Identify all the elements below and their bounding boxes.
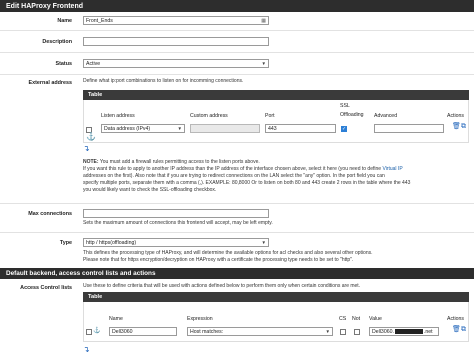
name-label: Name <box>57 18 72 24</box>
redacted-block <box>394 329 423 334</box>
status-value: Active <box>86 60 101 67</box>
col-advanced: Advanced <box>374 113 398 119</box>
port-field[interactable]: 443 <box>265 124 336 133</box>
max-connections-help: Sets the maximum amount of connections t… <box>83 220 273 226</box>
name-field-icon: ▦ <box>261 18 266 24</box>
name-value: Front_Ends <box>86 18 113 24</box>
listen-address-select[interactable]: Data address (IPv4) ▼ <box>101 124 185 133</box>
acl-expression-value: Host matches: <box>190 328 224 335</box>
table-title: Table <box>88 294 103 300</box>
panel-header: Edit HAProxy Frontend <box>0 0 474 12</box>
type-help-line: Please note that for https encryption/de… <box>83 257 354 263</box>
max-connections-label: Max connections <box>28 211 72 217</box>
row-select-checkbox[interactable] <box>86 329 92 335</box>
acl-value-prefix: Dell3060. <box>372 328 394 335</box>
description-label: Description <box>42 39 72 45</box>
col-expression: Expression <box>187 316 213 322</box>
external-note: NOTE: You must add a firewall rules perm… <box>83 159 471 194</box>
external-table-header: Table <box>83 90 469 100</box>
chevron-down-icon: ▼ <box>177 125 182 131</box>
cs-checkbox[interactable] <box>340 329 346 335</box>
chevron-down-icon: ▼ <box>325 328 330 334</box>
chevron-down-icon: ▼ <box>261 60 266 66</box>
delete-icon[interactable]: 🗑 <box>452 123 461 131</box>
custom-address-field[interactable] <box>190 124 260 133</box>
external-table <box>83 100 469 143</box>
max-connections-field[interactable] <box>83 209 269 218</box>
col-actions: Actions <box>447 316 465 322</box>
external-address-label: External address <box>28 80 72 86</box>
name-field[interactable]: Front_Ends ▦ <box>83 16 269 25</box>
col-name: Name <box>109 316 123 322</box>
acl-intro: Use these to define criteria that will b… <box>83 283 361 289</box>
col-ssl-offloading: SSL Offloading <box>340 103 364 118</box>
col-cs: CS <box>339 316 347 322</box>
panel-title: Edit HAProxy Frontend <box>6 2 84 10</box>
acl-value-field[interactable]: Dell3060. .net <box>369 327 439 336</box>
acl-label: Access Control lists <box>20 285 72 291</box>
note-label: NOTE: <box>83 159 99 165</box>
delete-icon[interactable]: 🗑 <box>452 326 461 334</box>
acl-expression-select[interactable]: Host matches: ▼ <box>187 327 333 336</box>
note-line: you would likely want to check the SSL-o… <box>83 187 217 193</box>
add-row-icon[interactable]: ↴ <box>83 346 90 354</box>
copy-icon[interactable]: ⧉ <box>461 123 466 131</box>
divider <box>0 30 474 31</box>
anchor-icon[interactable]: ⚓ <box>86 133 96 141</box>
status-label: Status <box>55 61 72 67</box>
type-help: This defines the processing type of HAPr… <box>83 250 471 264</box>
anchor-icon[interactable]: ⚓ <box>93 327 100 335</box>
ssl-offloading-checkbox[interactable]: ✓ <box>341 126 347 132</box>
copy-icon[interactable]: ⧉ <box>461 326 466 334</box>
status-select[interactable]: Active ▼ <box>83 59 269 68</box>
note-line: If you want this rule to apply to anothe… <box>83 166 383 172</box>
col-port: Port <box>265 113 275 119</box>
section-header: Default backend, access control lists an… <box>0 268 474 279</box>
acl-name-field[interactable]: Dell3060 <box>109 327 177 336</box>
acl-table-header: Table <box>83 292 469 302</box>
description-field[interactable] <box>83 37 269 46</box>
divider <box>0 74 474 75</box>
type-help-line: This defines the processing type of HAPr… <box>83 250 373 256</box>
advanced-field[interactable] <box>374 124 444 133</box>
col-custom-address: Custom address <box>190 113 228 119</box>
chevron-down-icon: ▼ <box>261 239 266 245</box>
type-value: http / https(offloading) <box>86 239 137 246</box>
divider <box>0 232 474 233</box>
col-value: Value <box>369 316 382 322</box>
table-title: Table <box>88 92 103 98</box>
col-not: Not <box>352 316 361 322</box>
col-actions: Actions <box>447 113 465 119</box>
note-line: addresses on the first). Also note that … <box>83 173 385 179</box>
acl-value-suffix: .net <box>423 328 433 335</box>
section-title: Default backend, access control lists an… <box>6 270 156 277</box>
note-line: specify multiple ports, separate them wi… <box>83 180 411 186</box>
type-label: Type <box>59 240 72 246</box>
note-line: You must add a firewall rules permitting… <box>98 159 260 165</box>
acl-table <box>83 302 469 342</box>
add-row-icon[interactable]: ↴ <box>83 145 90 153</box>
divider <box>0 52 474 53</box>
listen-address-value: Data address (IPv4) <box>104 125 151 132</box>
type-select[interactable]: http / https(offloading) ▼ <box>83 238 269 247</box>
not-checkbox[interactable] <box>354 329 360 335</box>
virtual-ip-link[interactable]: Virtual IP <box>382 166 402 172</box>
external-intro: Define what ip:port combinations to list… <box>83 78 244 84</box>
col-listen-address: Listen address <box>101 113 135 119</box>
divider <box>0 203 474 204</box>
